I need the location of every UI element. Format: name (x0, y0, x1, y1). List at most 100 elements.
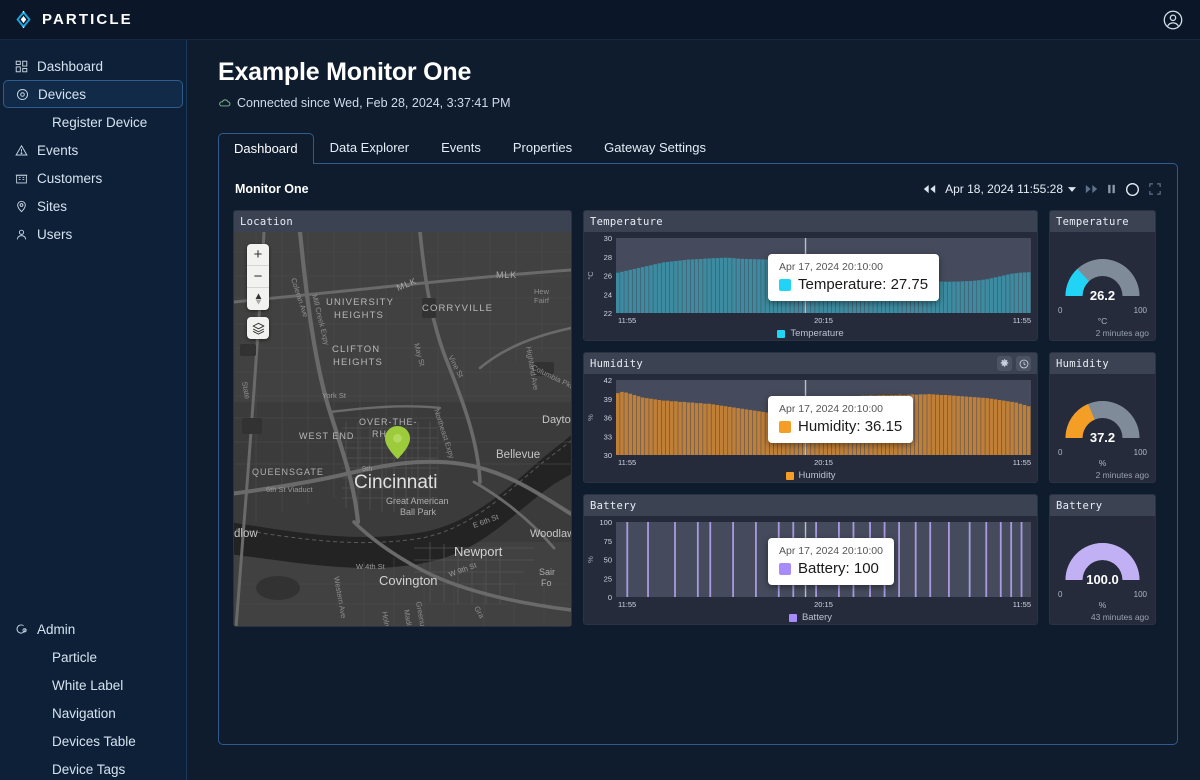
battery-chart-widget: Battery %025507510011:5520:1511:55 Apr 1… (583, 494, 1038, 625)
svg-text:6th St Viaduct: 6th St Viaduct (266, 485, 313, 494)
svg-text:30: 30 (604, 234, 612, 243)
humidity-header-actions (997, 356, 1031, 371)
sidebar-item-register-device[interactable]: Register Device (0, 108, 186, 136)
map-compass-button[interactable] (247, 288, 269, 310)
compass-icon (254, 293, 263, 305)
svg-text:Fo: Fo (541, 578, 552, 588)
sidebar-item-label: White Label (52, 678, 123, 693)
svg-text:0: 0 (608, 593, 612, 602)
svg-text:Gra: Gra (472, 605, 486, 621)
svg-text:50: 50 (604, 556, 612, 565)
page-title: Example Monitor One (218, 58, 1178, 87)
sidebar-item-device-tags[interactable]: Device Tags (0, 755, 186, 780)
map-zoom-out-button[interactable]: − (247, 266, 269, 288)
gauge-min: 0 (1058, 306, 1062, 315)
gauge-unit: % (1050, 458, 1155, 468)
sidebar: Dashboard Devices Register Device (0, 40, 187, 780)
svg-text:HEIGHTS: HEIGHTS (333, 357, 383, 368)
humidity-chart-widget: Humidity (583, 352, 1038, 483)
fullscreen-icon[interactable] (1149, 183, 1161, 195)
svg-text:%: % (586, 556, 595, 563)
svg-text:Newport: Newport (454, 544, 503, 559)
tab-events[interactable]: Events (425, 132, 497, 163)
tab-properties[interactable]: Properties (497, 132, 588, 163)
tab-bar: Dashboard Data Explorer Events Propertie… (218, 132, 1178, 163)
svg-text:25: 25 (604, 574, 612, 583)
humidity-tooltip: Apr 17, 2024 20:10:00 Humidity: 36.15 (768, 396, 913, 443)
pause-icon[interactable] (1107, 184, 1116, 194)
svg-text:11:55: 11:55 (618, 316, 636, 325)
svg-text:Covington: Covington (379, 573, 438, 588)
svg-text:Coleran Ave: Coleran Ave (289, 277, 310, 319)
widget-title: Battery (590, 500, 636, 512)
svg-text:11:55: 11:55 (1013, 316, 1031, 325)
gauge-range: 0 100 (1058, 448, 1147, 457)
battery-chart-body[interactable]: %025507510011:5520:1511:55 Apr 17, 2024 … (584, 516, 1037, 625)
cloud-icon (218, 97, 231, 110)
connection-status: Connected since Wed, Feb 28, 2024, 3:37:… (218, 96, 1178, 110)
svg-text:Woodlaw: Woodlaw (530, 528, 571, 540)
sidebar-item-customers[interactable]: Customers (0, 164, 186, 192)
sidebar-item-label: Customers (37, 171, 102, 186)
map-canvas[interactable]: UNIVERSITYHEIGHTSCORRYVILLECLIFTONHEIGHT… (234, 232, 571, 627)
svg-text:Cincinnati: Cincinnati (354, 472, 437, 493)
temperature-chart-body[interactable]: °C222426283011:5520:1511:55 Apr 17, 2024… (584, 232, 1037, 341)
tooltip-value-row: Temperature: 27.75 (779, 276, 928, 293)
sidebar-item-navigation[interactable]: Navigation (0, 699, 186, 727)
svg-text:11:55: 11:55 (618, 458, 636, 467)
gear-icon[interactable] (997, 356, 1012, 371)
tab-data-explorer[interactable]: Data Explorer (314, 132, 425, 163)
map-controls: + − (247, 244, 269, 339)
sidebar-item-admin[interactable]: Admin (0, 615, 186, 643)
tab-label: Dashboard (234, 141, 298, 156)
sidebar-item-devices-table[interactable]: Devices Table (0, 727, 186, 755)
sidebar-item-particle[interactable]: Particle (0, 643, 186, 671)
sidebar-item-devices[interactable]: Devices (3, 80, 183, 108)
sidebar-item-dashboard[interactable]: Dashboard (0, 52, 186, 80)
sidebar-item-label: Register Device (52, 115, 147, 130)
date-range-selector[interactable]: Apr 18, 2024 11:55:28 (945, 182, 1076, 196)
humidity-chart-body[interactable]: %303336394211:5520:1511:55 Apr 17, 2024 … (584, 374, 1037, 483)
main-content: Example Monitor One Connected since Wed,… (187, 40, 1200, 780)
tooltip-value-row: Battery: 100 (779, 560, 883, 577)
gauges-column: Temperature 26.2 0 100 °C 2 minutes (1049, 210, 1156, 627)
svg-text:Holm: Holm (380, 611, 392, 627)
svg-text:11:55: 11:55 (1013, 458, 1031, 467)
sidebar-item-sites[interactable]: Sites (0, 192, 186, 220)
gauge-min: 0 (1058, 448, 1062, 457)
tooltip-value-row: Humidity: 36.15 (779, 418, 902, 435)
widget-title: Temperature (590, 216, 663, 228)
svg-text:20:15: 20:15 (814, 458, 833, 467)
legend-label: Battery (802, 612, 832, 623)
clock-icon[interactable] (1016, 356, 1031, 371)
tab-gateway-settings[interactable]: Gateway Settings (588, 132, 722, 163)
svg-text:QUEENSGATE: QUEENSGATE (252, 467, 324, 477)
device-location-marker[interactable] (385, 426, 410, 462)
svg-text:York St: York St (322, 391, 347, 400)
sidebar-item-users[interactable]: Users (0, 220, 186, 248)
svg-text:Sair: Sair (539, 567, 555, 577)
loading-circle-icon[interactable] (1125, 182, 1140, 197)
fast-forward-icon[interactable] (1085, 184, 1098, 194)
account-avatar-button[interactable] (1160, 7, 1186, 33)
svg-text:11:55: 11:55 (618, 600, 636, 609)
temperature-gauge-body: 26.2 0 100 °C 2 minutes ago (1050, 232, 1155, 341)
sidebar-item-events[interactable]: Events (0, 136, 186, 164)
map-layers-button[interactable] (247, 317, 269, 339)
brand-logo[interactable]: PARTICLE (14, 10, 133, 29)
dashboard-panel: Monitor One Apr 18, 2024 11:55:28 (218, 163, 1178, 745)
sidebar-item-white-label[interactable]: White Label (0, 671, 186, 699)
svg-text:W 9th St: W 9th St (448, 560, 479, 579)
map-zoom-in-button[interactable]: + (247, 244, 269, 266)
battery-gauge-header: Battery (1050, 495, 1155, 516)
tab-dashboard[interactable]: Dashboard (218, 133, 314, 164)
rewind-icon[interactable] (923, 184, 936, 194)
gauge-min: 0 (1058, 590, 1062, 599)
battery-gauge-body: 100.0 0 100 % 43 minutes ago (1050, 516, 1155, 625)
svg-text:Western Ave: Western Ave (332, 576, 348, 619)
svg-text:Great American: Great American (386, 496, 449, 506)
playback-controls: Apr 18, 2024 11:55:28 (923, 182, 1161, 197)
user-icon (14, 227, 28, 241)
legend-label: Temperature (790, 328, 843, 339)
gauge-unit: °C (1050, 316, 1155, 326)
